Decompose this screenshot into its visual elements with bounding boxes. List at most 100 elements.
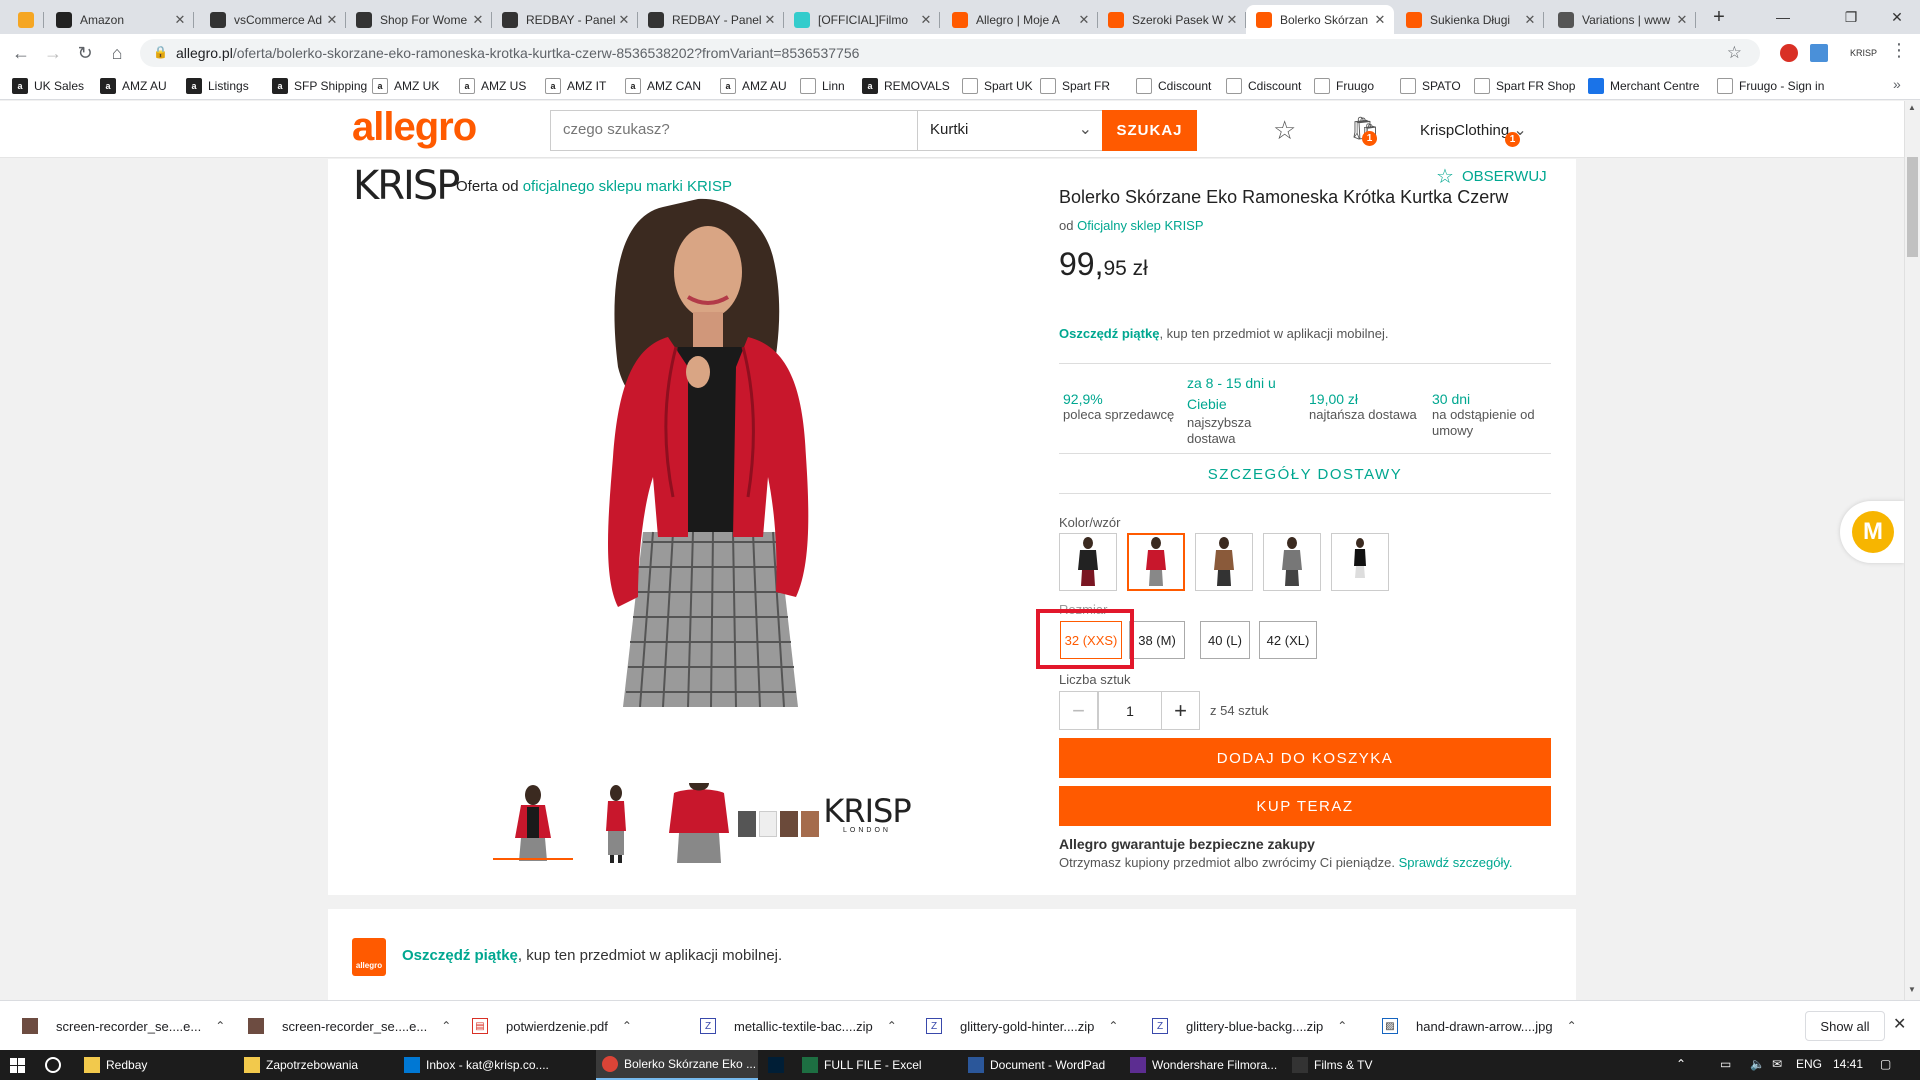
download-item[interactable]: screen-recorder_se....e... ⌃ <box>22 1015 225 1037</box>
minimize-button[interactable]: — <box>1760 0 1806 34</box>
bookmark-item[interactable]: a SFP Shipping <box>272 77 367 95</box>
size-option[interactable]: 40 (L) <box>1200 621 1250 659</box>
show-all-button[interactable]: Show all <box>1805 1011 1885 1041</box>
browser-tab[interactable]: REDBAY - Panel ✕ <box>492 5 638 34</box>
tab-close-icon[interactable]: ✕ <box>1372 12 1388 28</box>
windows-start-icon[interactable] <box>10 1058 25 1073</box>
chevron-up-icon[interactable]: ⌃ <box>1108 1019 1118 1033</box>
close-icon[interactable]: ✕ <box>1893 1014 1906 1034</box>
bookmark-item[interactable]: Cdiscount <box>1226 77 1301 95</box>
download-item[interactable]: Zglittery-gold-hinter....zip ⌃ <box>926 1015 1118 1037</box>
thumbnail-image[interactable] <box>659 783 739 863</box>
browser-tab[interactable]: vsCommerce Ad ✕ <box>200 5 346 34</box>
download-item[interactable]: ▤ potwierdzenie.pdf ⌃ <box>472 1015 632 1037</box>
tab-close-icon[interactable]: ✕ <box>1076 12 1092 28</box>
bookmark-star-icon[interactable]: ☆ <box>1727 43 1742 63</box>
restore-button[interactable]: ❐ <box>1828 0 1874 34</box>
bookmark-item[interactable]: Linn <box>800 77 845 95</box>
chevron-up-icon[interactable]: ⌃ <box>622 1019 632 1033</box>
bookmark-item[interactable]: a AMZ AU <box>100 77 167 95</box>
extension-icon[interactable] <box>1810 44 1828 62</box>
color-swatch[interactable] <box>1195 533 1253 591</box>
close-window-button[interactable]: ✕ <box>1874 0 1920 34</box>
color-swatch[interactable] <box>1263 533 1321 591</box>
browser-tab[interactable]: Szeroki Pasek W ✕ <box>1098 5 1246 34</box>
bookmark-item[interactable]: Fruugo - Sign in <box>1717 77 1824 95</box>
browser-tab[interactable]: Amazon ✕ <box>46 5 194 34</box>
thumbnail-image[interactable] <box>738 804 830 844</box>
quantity-increment-button[interactable]: + <box>1161 691 1200 730</box>
chevron-up-icon[interactable]: ⌃ <box>1337 1019 1347 1033</box>
notifications-icon[interactable]: ▢ <box>1880 1057 1891 1071</box>
browser-tab[interactable]: REDBAY - Panel ✕ <box>638 5 784 34</box>
browser-tab[interactable]: Allegro | Moje A ✕ <box>942 5 1098 34</box>
allegro-logo[interactable]: allegro <box>352 105 477 150</box>
chevron-up-icon[interactable]: ⌃ <box>441 1019 451 1033</box>
tab-close-icon[interactable]: ✕ <box>616 12 632 28</box>
tab-close-icon[interactable]: ✕ <box>1522 12 1538 28</box>
forward-button[interactable]: → <box>40 40 66 66</box>
official-store-link[interactable]: oficjalnego sklepu marki KRISP <box>523 178 732 195</box>
download-item[interactable]: ▨ hand-drawn-arrow....jpg ⌃ <box>1382 1015 1577 1037</box>
tray-chevron-icon[interactable]: ⌃ <box>1676 1057 1686 1071</box>
browser-tab[interactable]: Sukienka Długi ✕ <box>1396 5 1544 34</box>
home-button[interactable]: ⌂ <box>104 40 130 66</box>
brand-logo[interactable]: KRISP <box>353 163 460 209</box>
floating-m-widget[interactable]: M <box>1840 501 1904 563</box>
guarantee-link[interactable]: Sprawdź szczegóły. <box>1399 855 1513 870</box>
seller-link[interactable]: Oficjalny sklep KRISP <box>1077 218 1203 233</box>
taskbar-item[interactable]: Inbox - kat@krisp.co.... <box>398 1050 560 1080</box>
scrollbar-thumb[interactable] <box>1907 157 1918 257</box>
search-input[interactable]: czego szukasz? <box>550 110 918 151</box>
observe-button[interactable]: ☆ OBSERWUJ <box>1436 164 1547 189</box>
download-item[interactable]: screen-recorder_se....e... ⌃ <box>248 1015 451 1037</box>
taskbar-item[interactable]: Wondershare Filmora... <box>1124 1050 1286 1080</box>
browser-tab[interactable]: Shop For Wome ✕ <box>346 5 492 34</box>
back-button[interactable]: ← <box>8 40 34 66</box>
bookmark-item[interactable]: a UK Sales <box>12 77 84 95</box>
watchlist-star-icon[interactable]: ☆ <box>1273 115 1296 146</box>
bookmark-item[interactable]: Spart UK <box>962 77 1033 95</box>
buy-now-button[interactable]: KUP TERAZ <box>1059 786 1551 826</box>
keyboard-language[interactable]: ENG <box>1796 1057 1822 1071</box>
profile-avatar[interactable]: KRISP <box>1850 44 1877 62</box>
extension-icon[interactable] <box>1780 44 1798 62</box>
color-swatch[interactable] <box>1331 533 1389 591</box>
tab-close-icon[interactable]: ✕ <box>324 12 340 28</box>
tab-close-icon[interactable]: ✕ <box>1224 12 1240 28</box>
taskbar-item[interactable]: Zapotrzebowania <box>238 1050 392 1080</box>
new-tab-button[interactable]: + <box>1706 6 1732 28</box>
tab-close-icon[interactable]: ✕ <box>1674 12 1690 28</box>
bookmark-item[interactable]: Merchant Centre <box>1588 77 1699 95</box>
bookmark-item[interactable]: a AMZ US <box>459 77 526 95</box>
user-menu[interactable]: KrispClothing ⌄ 1 <box>1420 120 1527 147</box>
bookmark-item[interactable]: a AMZ IT <box>545 77 606 95</box>
tab-close-icon[interactable]: ✕ <box>762 12 778 28</box>
color-swatch[interactable] <box>1059 533 1117 591</box>
chevron-up-icon[interactable]: ⌃ <box>1567 1019 1577 1033</box>
download-item[interactable]: Zglittery-blue-backg....zip ⌃ <box>1152 1015 1347 1037</box>
taskbar-item[interactable]: Films & TV <box>1286 1050 1386 1080</box>
bookmark-item[interactable]: a AMZ CAN <box>625 77 701 95</box>
bookmark-item[interactable]: Spart FR Shop <box>1474 77 1575 95</box>
chevron-up-icon[interactable]: ⌃ <box>887 1019 897 1033</box>
search-button[interactable]: SZUKAJ <box>1102 110 1197 151</box>
clock[interactable]: 14:41 <box>1833 1057 1863 1071</box>
thumbnail-image[interactable] <box>576 783 656 863</box>
download-item[interactable]: Zmetallic-textile-bac....zip ⌃ <box>700 1015 897 1037</box>
search-circle-icon[interactable] <box>45 1057 61 1073</box>
chevron-up-icon[interactable]: ⌃ <box>215 1019 225 1033</box>
browser-tab[interactable]: Variations | www ✕ <box>1548 5 1696 34</box>
tray-outlook-icon[interactable]: ✉ <box>1772 1057 1782 1071</box>
main-product-image[interactable] <box>548 197 868 707</box>
thumbnail-image[interactable] <box>493 783 573 863</box>
scroll-down-icon[interactable]: ▼ <box>1908 985 1916 994</box>
taskbar-item[interactable]: FULL FILE - Excel <box>796 1050 960 1080</box>
category-select[interactable]: Kurtki ⌄ <box>917 110 1103 151</box>
tab-active[interactable]: Bolerko Skórzan ✕ <box>1246 5 1394 34</box>
cart-icon[interactable]: 🛍 1 <box>1350 115 1380 146</box>
bookmark-item[interactable]: Cdiscount <box>1136 77 1211 95</box>
bookmark-item[interactable]: Fruugo <box>1314 77 1374 95</box>
bookmark-item[interactable]: a REMOVALS <box>862 77 950 95</box>
tray-network-icon[interactable]: ▭ <box>1720 1057 1731 1071</box>
